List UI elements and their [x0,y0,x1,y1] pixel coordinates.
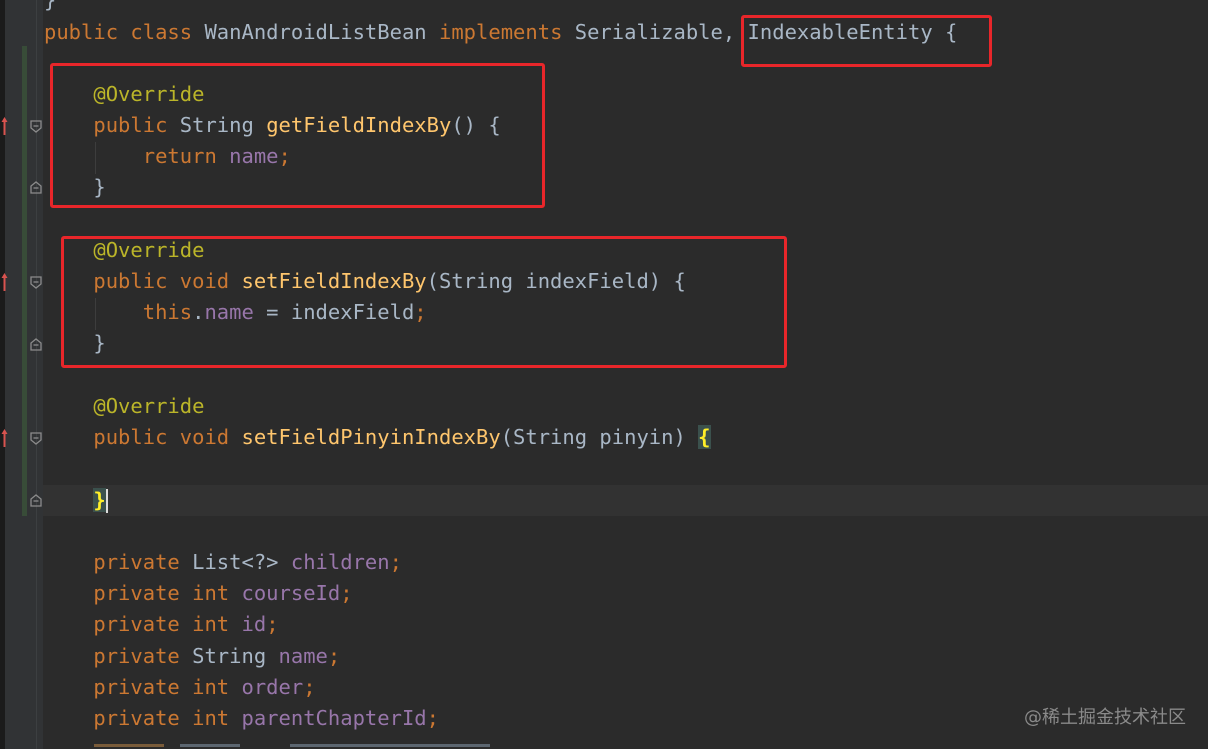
code-line-partial: } [44,0,57,12]
keyword-implements: implements [438,20,563,44]
semicolon: ; [327,643,341,668]
code-line-method-signature[interactable]: public void setFieldPinyinIndexBy(String… [44,422,711,453]
class-name: WanAndroidListBean [204,20,427,44]
highlight-box-interface [741,15,992,67]
field-type: int [192,674,230,699]
vcs-change-marker[interactable] [22,46,27,516]
keyword-public: public [93,425,168,449]
text-caret [105,489,108,513]
code-editor[interactable]: } public class WanAndroidListBean implem… [0,0,1208,749]
interface-serializable: Serializable, [574,20,736,44]
highlight-box-set-method [61,236,787,368]
matched-close-brace: } [93,488,106,512]
keyword-private: private [93,643,180,668]
code-line-field[interactable]: private int order; [44,672,316,703]
keyword-public: public [44,20,119,44]
semicolon: ; [340,581,353,606]
field-name: parentChapterId [241,706,427,730]
method-name: setFieldPinyinIndexBy [241,425,501,449]
field-name: id [241,612,267,637]
override-method-icon[interactable] [1,116,8,136]
keyword-private: private [93,706,180,730]
code-line-annotation[interactable]: @Override [44,391,204,422]
semicolon: ; [426,706,439,730]
field-name: courseId [241,581,341,606]
field-name: name [278,643,328,668]
override-method-icon[interactable] [1,272,8,292]
override-method-icon[interactable] [1,428,8,448]
semicolon: ; [389,550,402,574]
keyword-private: private [93,581,180,606]
fold-collapse-icon[interactable] [30,276,42,289]
semicolon: ; [266,612,279,637]
matched-open-brace: { [698,425,711,449]
keyword-void: void [179,425,230,449]
field-name: children [290,550,390,574]
watermark: @稀土掘金技术社区 [1024,707,1186,728]
keyword-private: private [93,674,180,699]
field-type: int [192,581,230,606]
field-type: int [192,706,230,730]
fold-expand-end-icon[interactable] [30,494,42,507]
caret-row-highlight [43,485,1208,516]
cut-off-line [180,744,240,747]
code-line-field[interactable]: private int id; [44,609,279,640]
field-name: order [241,674,304,699]
field-type: List<?> [192,550,279,574]
method-params: (String pinyin) [500,425,699,449]
cut-off-line [290,744,490,747]
field-type: int [192,612,230,637]
annotation-override: @Override [93,394,205,418]
keyword-class: class [130,20,193,44]
semicolon: ; [303,674,316,699]
highlight-box-get-method [50,63,545,208]
code-line-field[interactable]: private int parentChapterId; [44,703,439,734]
gutter-divider [36,0,37,749]
fold-expand-end-icon[interactable] [30,338,42,351]
fold-collapse-icon[interactable] [30,432,42,445]
code-line-field[interactable]: private String name; [44,641,340,672]
keyword-private: private [93,550,180,574]
code-line-field[interactable]: private List<?> children; [44,547,402,578]
code-line-close-brace-caret[interactable]: } [44,485,108,516]
code-line-field[interactable]: private int courseId; [44,578,353,609]
fold-collapse-icon[interactable] [30,120,42,133]
field-type: String [192,643,267,668]
keyword-private: private [93,612,180,637]
cut-off-line [94,744,164,747]
fold-expand-end-icon[interactable] [30,181,42,194]
